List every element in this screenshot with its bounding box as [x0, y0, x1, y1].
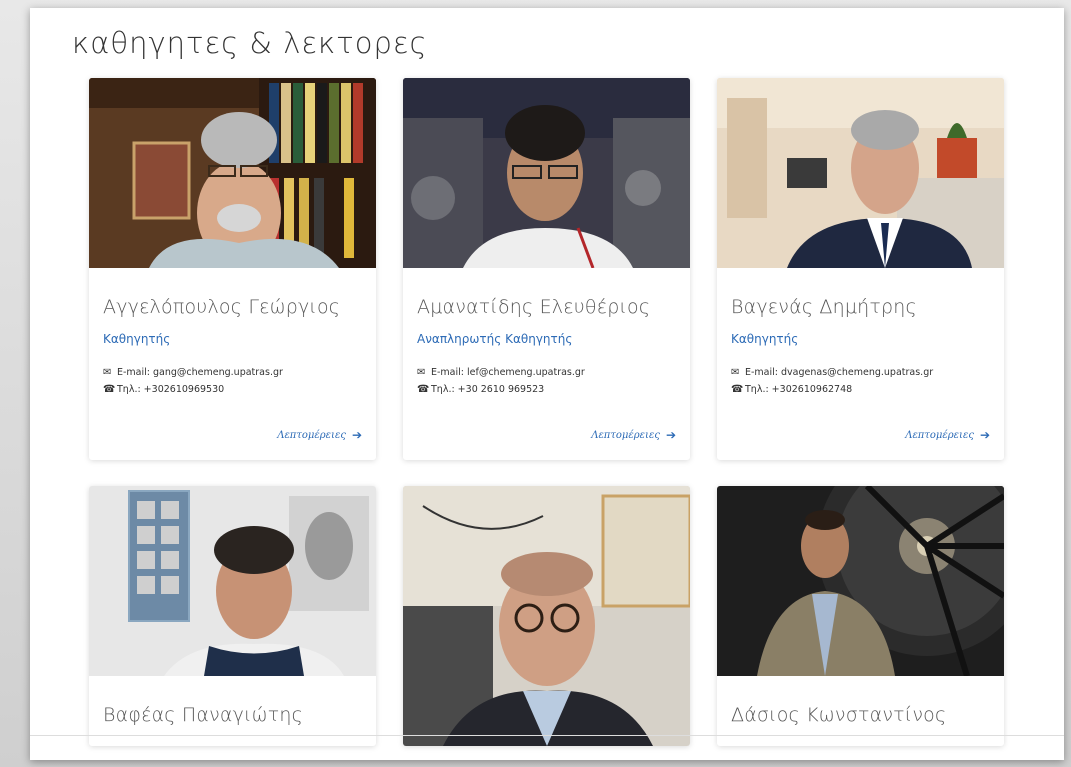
- portrait-image: [717, 78, 1004, 268]
- faculty-page: καθηγητες & λεκτορες Αγγελόπουλος Γεώργι…: [30, 8, 1064, 760]
- details-link[interactable]: Λεπτομέρειες ➔: [591, 428, 676, 442]
- faculty-role[interactable]: Αναπληρωτής Καθηγητής: [417, 332, 676, 346]
- faculty-name: Δάσιος Κωνσταντίνος: [731, 704, 947, 726]
- faculty-contact: ✉ E-mail: lef@chemeng.upatras.gr ☎ Τηλ.:…: [417, 364, 676, 398]
- faculty-phone[interactable]: Τηλ.: +302610962748: [745, 381, 852, 398]
- faculty-photo[interactable]: [403, 78, 690, 268]
- phone-icon: ☎: [103, 384, 116, 395]
- faculty-card[interactable]: [403, 486, 690, 746]
- faculty-photo[interactable]: [89, 486, 376, 676]
- faculty-name: Αγγελόπουλος Γεώργιος: [103, 296, 341, 318]
- details-label[interactable]: Λεπτομέρειες: [591, 430, 660, 441]
- faculty-photo[interactable]: [717, 78, 1004, 268]
- envelope-icon: ✉: [103, 367, 112, 378]
- arrow-right-icon[interactable]: ➔: [666, 428, 676, 442]
- faculty-photo[interactable]: [403, 486, 690, 746]
- faculty-role[interactable]: Καθηγητής: [103, 332, 362, 346]
- faculty-card[interactable]: Βαγενάς Δημήτρης Καθηγητής ✉ E-mail: dva…: [717, 78, 1004, 460]
- phone-icon: ☎: [417, 384, 430, 395]
- page-title: καθηγητες & λεκτορες: [72, 26, 428, 60]
- faculty-photo[interactable]: [717, 486, 1004, 676]
- faculty-card[interactable]: Βαφέας Παναγιώτης: [89, 486, 376, 746]
- faculty-email[interactable]: E-mail: dvagenas@chemeng.upatras.gr: [745, 364, 933, 381]
- faculty-card[interactable]: Δάσιος Κωνσταντίνος: [717, 486, 1004, 746]
- details-label[interactable]: Λεπτομέρειες: [905, 430, 974, 441]
- page-bottom-divider: [30, 735, 1064, 736]
- details-label[interactable]: Λεπτομέρειες: [277, 430, 346, 441]
- faculty-role[interactable]: Καθηγητής: [731, 332, 990, 346]
- faculty-email[interactable]: E-mail: lef@chemeng.upatras.gr: [431, 364, 585, 381]
- faculty-name: Αμανατίδης Ελευθέριος: [417, 296, 651, 318]
- faculty-name: Βαφέας Παναγιώτης: [103, 704, 303, 726]
- faculty-phone[interactable]: Τηλ.: +30 2610 969523: [431, 381, 544, 398]
- faculty-phone[interactable]: Τηλ.: +302610969530: [117, 381, 224, 398]
- faculty-photo[interactable]: [89, 78, 376, 268]
- faculty-card[interactable]: Αγγελόπουλος Γεώργιος Καθηγητής ✉ E-mail…: [89, 78, 376, 460]
- portrait-image: [89, 78, 376, 268]
- arrow-right-icon[interactable]: ➔: [352, 428, 362, 442]
- portrait-image: [403, 78, 690, 268]
- details-link[interactable]: Λεπτομέρειες ➔: [905, 428, 990, 442]
- portrait-image: [717, 486, 1004, 676]
- details-link[interactable]: Λεπτομέρειες ➔: [277, 428, 362, 442]
- faculty-email[interactable]: E-mail: gang@chemeng.upatras.gr: [117, 364, 283, 381]
- envelope-icon: ✉: [731, 367, 740, 378]
- envelope-icon: ✉: [417, 367, 426, 378]
- phone-icon: ☎: [731, 384, 744, 395]
- faculty-name: Βαγενάς Δημήτρης: [731, 296, 917, 318]
- faculty-contact: ✉ E-mail: dvagenas@chemeng.upatras.gr ☎ …: [731, 364, 990, 398]
- faculty-card[interactable]: Αμανατίδης Ελευθέριος Αναπληρωτής Καθηγη…: [403, 78, 690, 460]
- arrow-right-icon[interactable]: ➔: [980, 428, 990, 442]
- portrait-image: [89, 486, 376, 676]
- faculty-contact: ✉ E-mail: gang@chemeng.upatras.gr ☎ Τηλ.…: [103, 364, 362, 398]
- portrait-image: [403, 486, 690, 746]
